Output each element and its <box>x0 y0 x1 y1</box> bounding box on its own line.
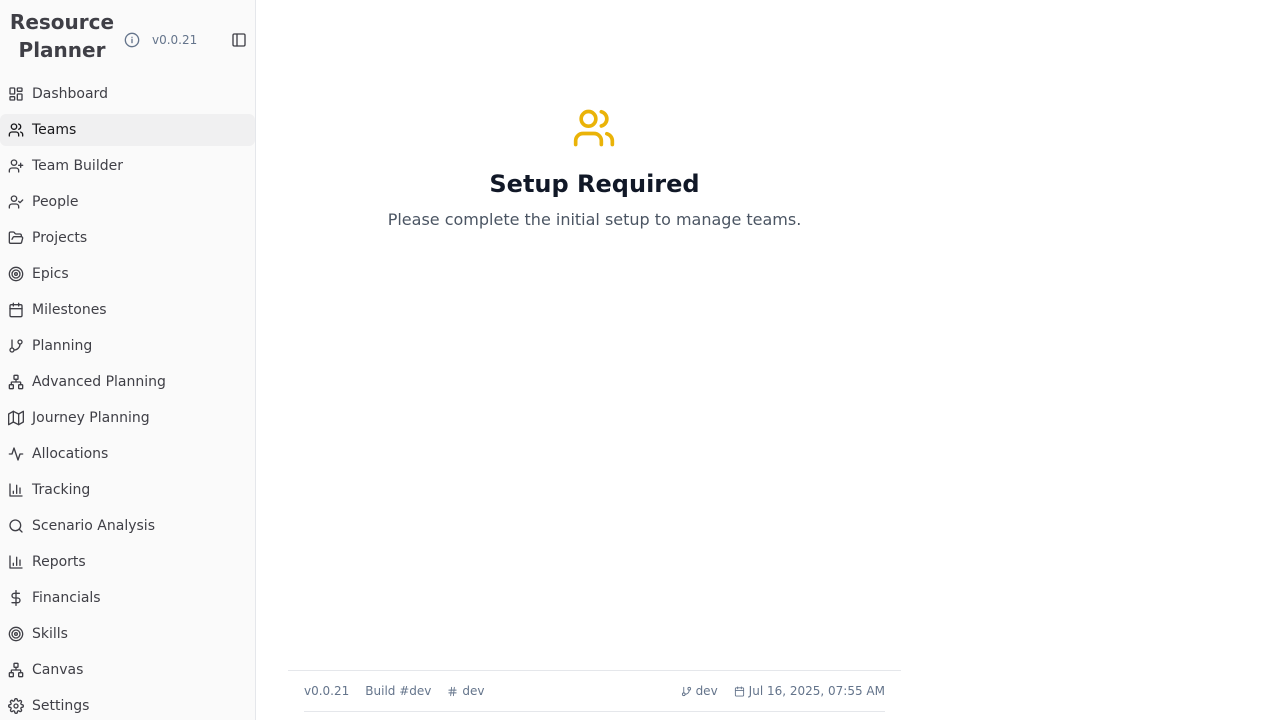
build-info-right: dev Jul 16, 2025, 07:55 AM <box>681 684 885 698</box>
footer-build: Build #dev <box>365 684 432 698</box>
bar-chart-icon <box>9 483 23 497</box>
build-footer: v0.0.21 Build #dev dev dev Jul 16, 2025,… <box>288 670 901 712</box>
sidebar-item-label: Tracking <box>32 482 91 498</box>
sidebar-item-label: Advanced Planning <box>32 374 166 390</box>
user-check-icon <box>8 195 24 209</box>
sidebar-item-milestones[interactable]: Milestones <box>0 294 255 326</box>
dollar-sign-icon <box>11 590 21 606</box>
sidebar-item-skills[interactable]: Skills <box>0 618 255 650</box>
sidebar-item-projects[interactable]: Projects <box>0 222 255 254</box>
sidebar-item-people[interactable]: People <box>0 186 255 218</box>
sidebar: Resource Planner v0.0.21 Dashboard Teams… <box>0 0 256 720</box>
activity-icon <box>8 447 24 461</box>
dashboard-icon <box>9 87 23 101</box>
sidebar-item-scenario-analysis[interactable]: Scenario Analysis <box>0 510 255 542</box>
calendar-icon <box>9 302 23 318</box>
setup-title: Setup Required <box>489 170 700 198</box>
info-icon[interactable] <box>123 31 141 49</box>
sidebar-item-label: Journey Planning <box>32 410 150 426</box>
gear-icon <box>8 698 24 714</box>
map-icon <box>8 410 24 426</box>
footer-hash: dev <box>447 684 484 698</box>
sidebar-item-label: Epics <box>32 266 69 282</box>
sidebar-item-settings[interactable]: Settings <box>0 690 255 720</box>
sidebar-item-label: Reports <box>32 554 86 570</box>
calendar-icon <box>734 685 744 697</box>
footer-branch: dev <box>681 684 718 698</box>
sidebar-item-allocations[interactable]: Allocations <box>0 438 255 470</box>
hash-icon <box>448 686 457 696</box>
sidebar-item-planning[interactable]: Planning <box>0 330 255 362</box>
sidebar-item-label: Settings <box>32 698 90 714</box>
version-label: v0.0.21 <box>152 33 198 47</box>
footer-branch-value: dev <box>695 684 718 698</box>
sidebar-item-label: Dashboard <box>32 86 108 102</box>
users-icon <box>573 109 615 147</box>
sidebar-nav: Dashboard Teams Team Builder People Proj… <box>0 78 255 720</box>
target-icon <box>8 266 24 282</box>
users-icon <box>8 123 24 137</box>
sidebar-item-label: Skills <box>32 626 68 642</box>
sidebar-item-reports[interactable]: Reports <box>0 546 255 578</box>
footer-date: Jul 16, 2025, 07:55 AM <box>734 684 885 698</box>
git-branch-icon <box>9 339 23 353</box>
bar-chart-icon <box>9 555 23 569</box>
sidebar-item-advanced-planning[interactable]: Advanced Planning <box>0 366 255 398</box>
search-icon <box>9 519 23 533</box>
sidebar-item-label: People <box>32 194 79 210</box>
build-info-left: v0.0.21 Build #dev dev <box>304 684 484 698</box>
network-icon <box>8 374 24 390</box>
app-title: Resource Planner <box>9 10 115 62</box>
network-icon <box>8 662 24 678</box>
footer-hash-value: dev <box>462 684 485 698</box>
build-info-bar: v0.0.21 Build #dev dev dev Jul 16, 2025,… <box>304 671 885 712</box>
sidebar-item-label: Teams <box>32 122 77 138</box>
sidebar-item-teams[interactable]: Teams <box>0 114 255 146</box>
sidebar-item-journey-planning[interactable]: Journey Planning <box>0 402 255 434</box>
sidebar-item-team-builder[interactable]: Team Builder <box>0 150 255 182</box>
user-plus-icon <box>8 159 24 173</box>
target-icon <box>8 626 24 642</box>
sidebar-item-tracking[interactable]: Tracking <box>0 474 255 506</box>
sidebar-item-label: Milestones <box>32 302 107 318</box>
sidebar-item-label: Projects <box>32 230 88 246</box>
sidebar-item-label: Planning <box>32 338 93 354</box>
sidebar-item-label: Allocations <box>32 446 109 462</box>
app-root: Resource Planner v0.0.21 Dashboard Teams… <box>0 0 1280 720</box>
sidebar-item-dashboard[interactable]: Dashboard <box>0 78 255 110</box>
sidebar-item-label: Scenario Analysis <box>32 518 155 534</box>
folder-open-icon <box>8 231 24 244</box>
setup-description: Please complete the initial setup to man… <box>387 210 802 229</box>
sidebar-item-label: Team Builder <box>32 158 123 174</box>
sidebar-item-label: Financials <box>32 590 101 606</box>
sidebar-item-financials[interactable]: Financials <box>0 582 255 614</box>
main-content: Setup Required Please complete the initi… <box>256 0 1280 720</box>
sidebar-item-epics[interactable]: Epics <box>0 258 255 290</box>
sidebar-item-canvas[interactable]: Canvas <box>0 654 255 686</box>
git-branch-icon <box>681 686 691 696</box>
sidebar-toggle-icon[interactable] <box>229 30 249 50</box>
footer-date-value: Jul 16, 2025, 07:55 AM <box>748 684 885 698</box>
sidebar-item-label: Canvas <box>32 662 84 678</box>
footer-version: v0.0.21 <box>304 684 350 698</box>
